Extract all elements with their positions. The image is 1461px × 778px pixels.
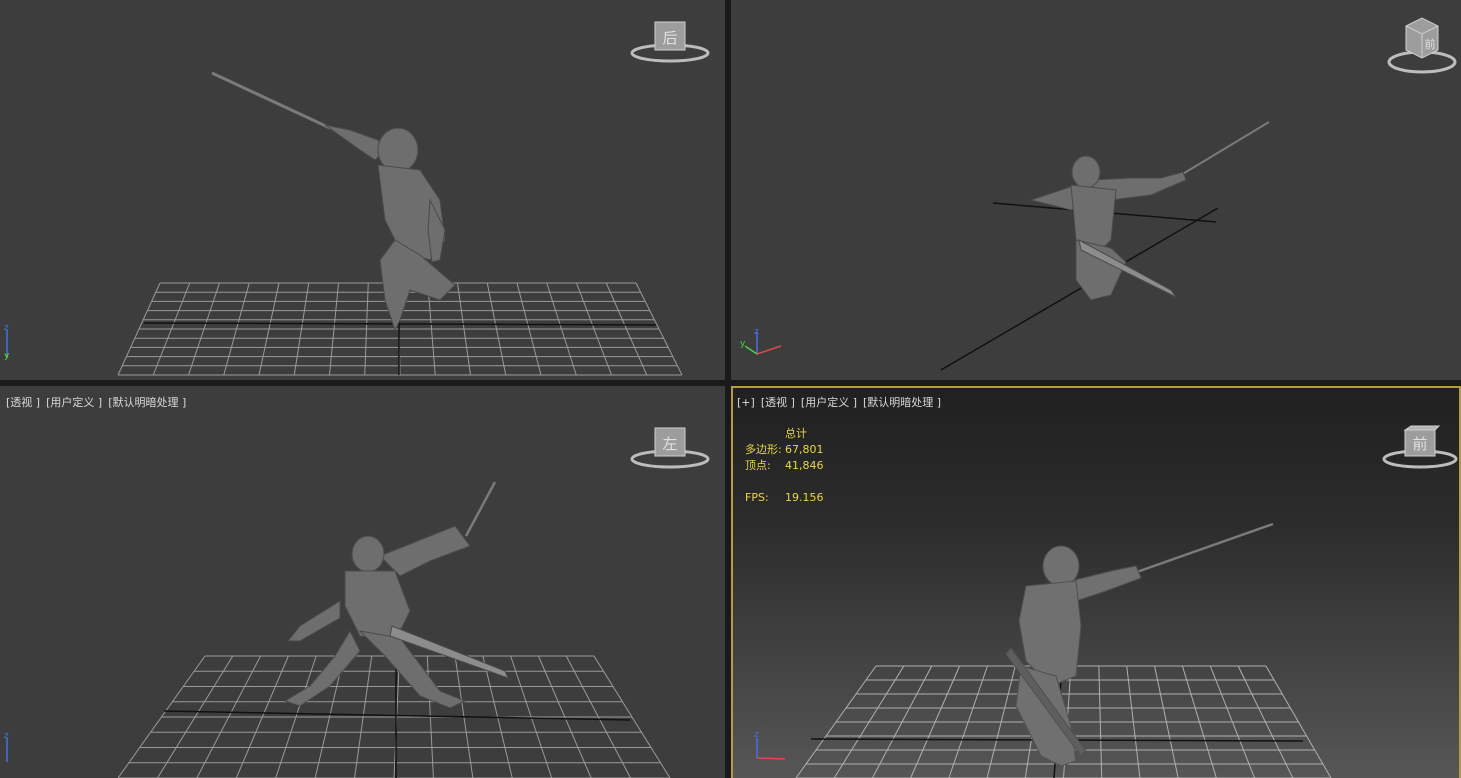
viewport-label-item[interactable]: [默认明暗处理 ]: [108, 396, 186, 409]
viewport-back[interactable]: 后 z y: [0, 0, 725, 380]
svg-text:z: z: [754, 327, 759, 337]
viewport-label-perspective[interactable]: [+] [透视 ] [用户定义 ] [默认明暗处理 ]: [737, 394, 947, 410]
scene-top-right: [940, 121, 1270, 371]
viewcube-face-label: 前: [1425, 37, 1436, 51]
viewcube-icon[interactable]: 后: [628, 18, 712, 66]
stats-vertices: 顶点: 41,846: [745, 458, 824, 474]
viewport-label-item[interactable]: [用户定义 ]: [46, 396, 102, 409]
stats-fps: FPS: 19.156: [745, 490, 824, 506]
viewcube-icon[interactable]: 左: [628, 426, 712, 474]
stats-polygons: 多边形: 67,801: [745, 442, 824, 458]
svg-text:y: y: [4, 351, 10, 361]
stats-header: 总计: [785, 427, 807, 440]
stats-vertices-value: 41,846: [785, 459, 824, 472]
viewport-label-left[interactable]: [透视 ] [用户定义 ] [默认明暗处理 ]: [6, 394, 192, 410]
axis-tripod-icon: z: [4, 731, 9, 762]
viewport-label-item[interactable]: [透视 ]: [6, 396, 40, 409]
stats-fps-value: 19.156: [785, 491, 824, 504]
stats-vertices-label: 顶点:: [745, 459, 771, 472]
viewcube-face-label: 左: [662, 435, 677, 453]
svg-text:z: z: [4, 323, 9, 333]
viewcube-icon[interactable]: 前: [1381, 424, 1459, 474]
viewport-label-item[interactable]: [透视 ]: [761, 396, 795, 409]
viewport-left[interactable]: [透视 ] [用户定义 ] [默认明暗处理 ] 左 z: [0, 386, 725, 778]
home-grid: [117, 655, 671, 778]
axis-tripod-icon: z y: [4, 323, 10, 361]
axis-tripod-icon: z: [754, 730, 786, 760]
character-model[interactable]: [1005, 522, 1274, 767]
viewcube-icon[interactable]: 前: [1386, 12, 1458, 76]
stats-polygons-label: 多边形:: [745, 443, 782, 456]
viewport-label-item[interactable]: [+]: [737, 396, 755, 409]
scene-back: [117, 71, 683, 376]
svg-text:z: z: [4, 731, 9, 741]
stats-polygons-value: 67,801: [785, 443, 824, 456]
viewport-top-right[interactable]: 前 z y: [731, 0, 1461, 380]
viewcube-face-label: 前: [1412, 435, 1427, 453]
svg-text:z: z: [754, 730, 759, 740]
grid-axis-x: [143, 322, 657, 326]
stats-fps-label: FPS:: [745, 491, 769, 504]
viewport-perspective-active[interactable]: [+] [透视 ] [用户定义 ] [默认明暗处理 ] 总计 多边形: 67,801 …: [731, 386, 1461, 778]
scene-left: [117, 481, 671, 778]
character-model[interactable]: [211, 71, 456, 332]
svg-text:y: y: [740, 339, 746, 349]
quad-viewport-area: 后 z y 前 z y [透视] [用户定义] [默认明暗处理] 左 z …: [0, 0, 1461, 778]
axis-tripod-icon: z y: [740, 327, 782, 355]
statistics-overlay: 总计 多边形: 67,801 顶点: 41,846 FPS: 19.156: [745, 426, 824, 506]
viewcube-face-label: 后: [662, 29, 677, 47]
character-model[interactable]: [1029, 121, 1270, 301]
scene-perspective: [795, 522, 1332, 778]
viewport-label-item[interactable]: [用户定义 ]: [801, 396, 857, 409]
viewport-label-item[interactable]: [默认明暗处理 ]: [863, 396, 941, 409]
